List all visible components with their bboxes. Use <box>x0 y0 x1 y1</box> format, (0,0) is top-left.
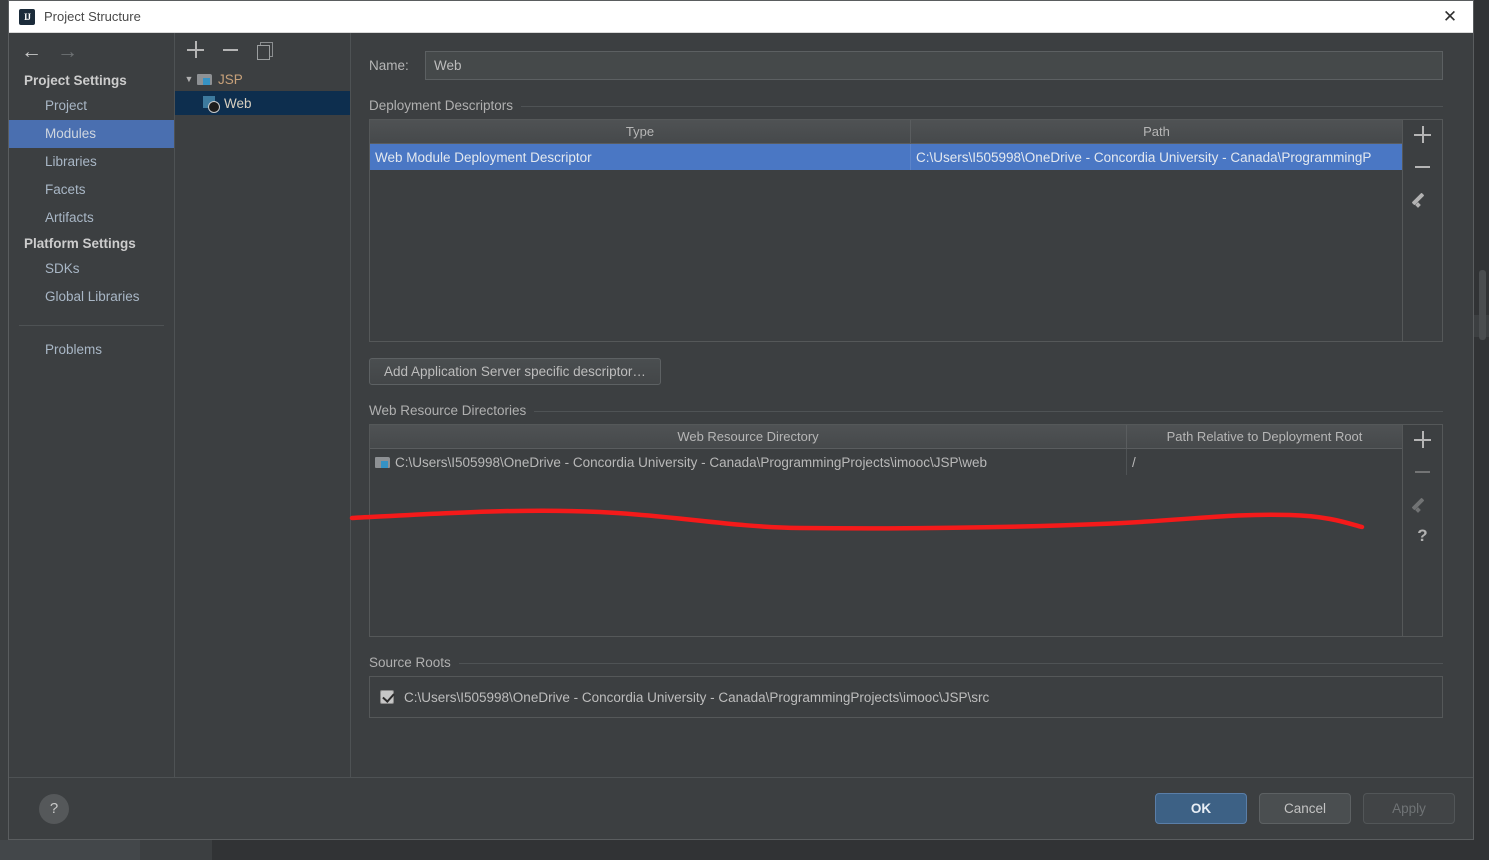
web-resource-directories-title: Web Resource Directories <box>369 403 527 418</box>
background-right-strip <box>1474 0 1489 860</box>
chevron-down-icon[interactable]: ▼ <box>181 74 197 84</box>
settings-sidebar: ← → Project Settings Project Modules Lib… <box>9 33 175 777</box>
section-divider <box>534 411 1443 412</box>
web-resource-directories-table-wrap: Web Resource Directory Path Relative to … <box>351 418 1473 637</box>
sidebar-item-global-libraries[interactable]: Global Libraries <box>9 283 174 311</box>
arrow-left-icon[interactable]: ← <box>21 41 42 62</box>
arrow-right-icon[interactable]: → <box>57 41 78 62</box>
column-header-path-relative[interactable]: Path Relative to Deployment Root <box>1127 425 1402 448</box>
sidebar-group-project-settings: Project Settings <box>24 73 127 88</box>
folder-link-icon <box>375 456 390 468</box>
table-body: C:\Users\I505998\OneDrive - Concordia Un… <box>370 449 1402 636</box>
add-descriptor-row: Add Application Server specific descript… <box>351 342 1473 385</box>
source-roots-section-header: Source Roots <box>351 637 1473 670</box>
sidebar-item-problems[interactable]: Problems <box>9 336 174 364</box>
cell-web-resource-directory-text: C:\Users\I505998\OneDrive - Concordia Un… <box>395 454 987 470</box>
tree-node-jsp[interactable]: ▼ JSP <box>175 67 350 91</box>
column-header-path[interactable]: Path <box>911 120 1402 143</box>
sidebar-item-project[interactable]: Project <box>9 92 174 120</box>
column-header-web-resource-directory[interactable]: Web Resource Directory <box>370 425 1127 448</box>
source-roots-title: Source Roots <box>369 655 451 670</box>
deployment-descriptors-table: Type Path Web Module Deployment Descript… <box>369 119 1403 342</box>
web-resource-directories-section-header: Web Resource Directories <box>351 385 1473 418</box>
source-root-checkbox[interactable] <box>380 690 394 704</box>
table-header-row: Type Path <box>370 120 1402 144</box>
tree-node-label: JSP <box>218 71 243 87</box>
column-header-type[interactable]: Type <box>370 120 911 143</box>
web-resource-directories-table: Web Resource Directory Path Relative to … <box>369 424 1403 637</box>
sidebar-item-libraries[interactable]: Libraries <box>9 148 174 176</box>
minus-icon[interactable] <box>1414 158 1432 176</box>
pencil-icon[interactable] <box>1414 190 1432 208</box>
dialog-title: Project Structure <box>44 9 141 24</box>
cell-type: Web Module Deployment Descriptor <box>370 144 911 170</box>
plus-icon[interactable] <box>187 41 205 59</box>
section-divider <box>521 106 1443 107</box>
dialog-title-bar: IJ Project Structure ✕ <box>9 1 1473 33</box>
source-root-path: C:\Users\I505998\OneDrive - Concordia Un… <box>404 689 990 705</box>
cell-path: C:\Users\I505998\OneDrive - Concordia Un… <box>916 149 1372 165</box>
sidebar-divider <box>19 325 164 326</box>
dialog-body: ← → Project Settings Project Modules Lib… <box>9 33 1473 777</box>
minus-icon[interactable] <box>222 41 240 59</box>
background-scrollbar-thumb[interactable] <box>1479 270 1486 340</box>
source-roots-list: C:\Users\I505998\OneDrive - Concordia Un… <box>369 676 1443 718</box>
web-resource-directories-toolbar: ? <box>1403 424 1443 637</box>
cell-path-relative: / <box>1132 454 1136 470</box>
question-icon[interactable]: ? <box>1414 527 1432 545</box>
dialog-footer: ? OK Cancel Apply <box>9 777 1473 839</box>
tree-node-web[interactable]: Web <box>175 91 350 115</box>
intellij-idea-icon: IJ <box>19 8 35 25</box>
plus-icon[interactable] <box>1413 126 1432 144</box>
deployment-descriptors-section-header: Deployment Descriptors <box>351 80 1473 113</box>
project-structure-dialog: IJ Project Structure ✕ ← → Project Setti… <box>8 0 1474 840</box>
deployment-descriptors-title: Deployment Descriptors <box>369 98 514 113</box>
cancel-button[interactable]: Cancel <box>1259 793 1351 824</box>
sidebar-item-modules[interactable]: Modules <box>9 120 174 148</box>
name-input[interactable] <box>425 51 1443 80</box>
question-icon[interactable]: ? <box>39 793 69 824</box>
tree-node-label: Web <box>224 95 252 111</box>
web-facet-content-panel: Name: Deployment Descriptors Type Path W… <box>351 33 1473 777</box>
sidebar-navigation: ← → <box>9 33 174 69</box>
modules-tree-panel: ▼ JSP Web <box>175 33 351 777</box>
module-folder-icon <box>197 73 212 85</box>
pencil-icon[interactable] <box>1414 495 1432 513</box>
sidebar-item-facets[interactable]: Facets <box>9 176 174 204</box>
name-label: Name: <box>369 58 409 73</box>
add-application-server-descriptor-button[interactable]: Add Application Server specific descript… <box>369 358 661 385</box>
background-status-segment-a <box>0 840 140 860</box>
copy-icon[interactable] <box>257 42 273 60</box>
table-header-row: Web Resource Directory Path Relative to … <box>370 425 1402 449</box>
background-status-segment-c <box>212 840 1489 860</box>
table-row[interactable]: C:\Users\I505998\OneDrive - Concordia Un… <box>370 449 1402 475</box>
minus-icon[interactable] <box>1414 463 1432 481</box>
close-icon[interactable]: ✕ <box>1427 1 1473 32</box>
web-facet-icon <box>203 95 220 113</box>
section-divider <box>458 663 1443 664</box>
sidebar-item-artifacts[interactable]: Artifacts <box>9 204 174 232</box>
deployment-descriptors-table-wrap: Type Path Web Module Deployment Descript… <box>351 113 1473 342</box>
background-status-segment-b <box>140 840 212 860</box>
sidebar-item-sdks[interactable]: SDKs <box>9 255 174 283</box>
sidebar-group-platform-settings: Platform Settings <box>24 236 136 251</box>
modules-tree-toolbar <box>175 33 350 67</box>
name-row: Name: <box>351 33 1473 80</box>
cell-web-resource-directory: C:\Users\I505998\OneDrive - Concordia Un… <box>370 449 1127 475</box>
ok-button[interactable]: OK <box>1155 793 1247 824</box>
table-row[interactable]: Web Module Deployment Descriptor C:\User… <box>370 144 1402 170</box>
plus-icon[interactable] <box>1413 431 1432 449</box>
deployment-descriptors-toolbar <box>1403 119 1443 342</box>
table-body: Web Module Deployment Descriptor C:\User… <box>370 144 1402 341</box>
apply-button[interactable]: Apply <box>1363 793 1455 824</box>
